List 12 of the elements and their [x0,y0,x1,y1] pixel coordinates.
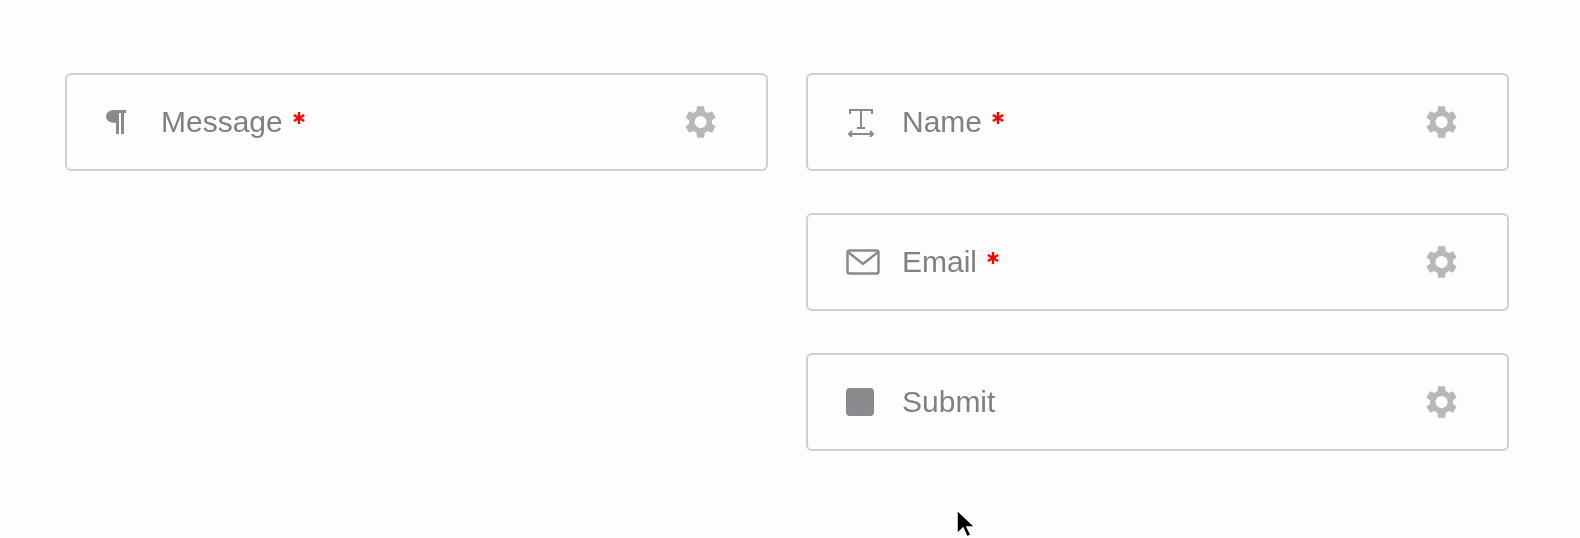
form-field-card[interactable]: Name [806,73,1509,171]
envelope-icon [846,249,880,275]
text-field-icon [846,107,876,137]
field-label: Submit [902,385,996,419]
field-label: Email [902,245,977,279]
field-label: Name [902,105,983,139]
form-field-card[interactable]: Submit [806,353,1509,451]
paragraph-icon [105,109,127,135]
form-field-card[interactable]: Email [806,213,1509,311]
form-field-card[interactable]: Message [65,73,768,171]
field-label: Message [161,105,283,139]
square-icon [846,388,874,416]
